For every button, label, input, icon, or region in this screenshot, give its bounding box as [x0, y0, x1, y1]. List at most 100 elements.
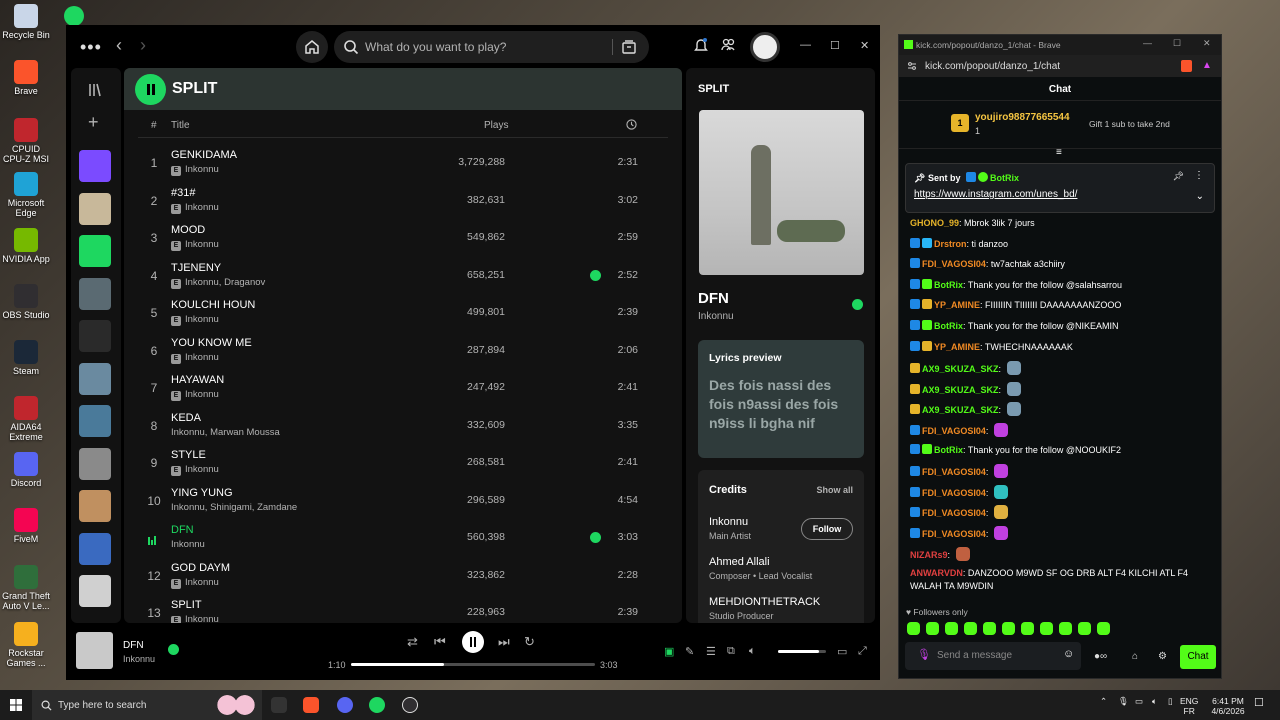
tray-volume-icon[interactable]: 🔈︎ — [1152, 696, 1157, 706]
track-artist[interactable]: Inkonnu, Marwan Moussa — [171, 427, 280, 438]
search-input[interactable]: What do you want to play? — [334, 31, 649, 63]
desktop-icon[interactable]: Brave — [0, 60, 52, 96]
track-row[interactable]: 5 KOULCHI HOUN E Inkonnu 499,801 2:39 — [124, 296, 682, 333]
chat-username[interactable]: AX9_SKUZA_SKZ — [922, 405, 999, 415]
saved-check-icon[interactable] — [590, 269, 601, 281]
quick-emote-icon[interactable] — [945, 622, 958, 635]
browse-icon[interactable] — [621, 39, 637, 55]
follow-artist-button[interactable]: Follow — [801, 518, 853, 540]
track-artist[interactable]: E Inkonnu — [171, 314, 219, 326]
chat-message-input[interactable]: 🎙︎ Send a message ☺ — [905, 642, 1081, 670]
track-row[interactable]: 7 HAYAWAN E Inkonnu 247,492 2:41 — [124, 371, 682, 408]
show-all-credits-link[interactable]: Show all — [816, 485, 853, 495]
chat-username[interactable]: FDI_VAGOSI04 — [922, 259, 986, 269]
desktop-icon[interactable]: NVIDIA App — [0, 228, 52, 264]
column-plays[interactable]: Plays — [484, 120, 508, 131]
pin-menu-icon[interactable]: ⋮ — [1194, 170, 1204, 181]
track-artist[interactable]: E Inkonnu — [171, 352, 219, 364]
track-artist[interactable]: Inkonnu — [171, 539, 205, 550]
collapse-leaderboard-icon[interactable]: ≡ — [1056, 147, 1062, 158]
now-playing-saved-icon[interactable] — [168, 644, 179, 655]
desktop-icon[interactable]: Recycle Bin — [0, 4, 52, 40]
chat-username[interactable]: BotRix — [934, 321, 963, 331]
notification-center-icon[interactable]: ☐ — [1254, 698, 1264, 709]
track-row[interactable]: 3 MOOD E Inkonnu 549,862 2:59 — [124, 221, 682, 258]
volume-icon[interactable]: 🔈︎ — [749, 645, 756, 658]
chat-username[interactable]: FDI_VAGOSI04 — [922, 529, 986, 539]
lyrics-icon[interactable]: ✎ — [685, 645, 694, 658]
tray-network-icon[interactable]: ▭ — [1135, 696, 1143, 706]
library-icon[interactable] — [87, 82, 103, 98]
user-avatar[interactable] — [750, 32, 780, 62]
chat-username[interactable]: YP_AMINE — [934, 300, 980, 310]
previous-track-icon[interactable]: ⏮ — [434, 634, 446, 650]
library-playlist-thumb[interactable] — [79, 277, 111, 310]
saved-check-icon[interactable] — [590, 532, 601, 543]
track-row[interactable]: 12 GOD DAYM E Inkonnu 323,862 2:28 — [124, 559, 682, 596]
brave-shields-icon[interactable] — [1181, 60, 1192, 72]
spotify-desktop-icon[interactable] — [64, 6, 84, 26]
chat-username[interactable]: YP_AMINE — [934, 342, 980, 352]
credit-entry[interactable]: Ahmed Allali Composer • Lead Vocalist — [709, 556, 812, 581]
now-playing-title[interactable]: DFN — [123, 640, 144, 651]
panel-song-artist[interactable]: Inkonnu — [698, 311, 734, 322]
chat-username[interactable]: ANWARVDN — [910, 568, 963, 578]
chat-username[interactable]: Drstron — [934, 239, 967, 249]
library-playlist-thumb[interactable] — [79, 235, 111, 267]
pause-button[interactable] — [462, 631, 484, 653]
chat-username[interactable]: AX9_SKUZA_SKZ — [922, 385, 999, 395]
track-row[interactable]: 1 GENKIDAMA E Inkonnu 3,729,288 2:31 — [124, 146, 682, 183]
chat-username[interactable]: NIZARs9 — [910, 550, 948, 560]
saved-check-icon[interactable] — [852, 299, 863, 310]
taskbar-brave-icon[interactable] — [303, 697, 319, 713]
desktop-icon[interactable]: Rockstar Games ... — [0, 622, 52, 668]
track-artist[interactable]: E Inkonnu — [171, 202, 219, 214]
track-title[interactable]: YOU KNOW ME — [171, 337, 252, 349]
desktop-icon[interactable]: AIDA64 Extreme — [0, 396, 52, 442]
desktop-icon[interactable]: FiveM — [0, 508, 52, 544]
notifications-bell-icon[interactable] — [694, 37, 708, 53]
taskbar-obs-icon[interactable] — [402, 697, 418, 713]
library-playlist-thumb[interactable] — [79, 405, 111, 437]
unpin-icon[interactable]: 📌︎ — [1173, 171, 1184, 182]
maximize-button[interactable]: ☐ — [830, 39, 840, 52]
track-artist[interactable]: E Inkonnu — [171, 239, 219, 251]
expand-pin-icon[interactable]: ⌄ — [1196, 191, 1204, 202]
desktop-icon[interactable]: Microsoft Edge — [0, 172, 52, 218]
next-track-icon[interactable]: ⏭ — [498, 634, 510, 650]
taskbar-spotify-icon[interactable] — [369, 697, 385, 713]
library-playlist-thumb[interactable] — [79, 192, 111, 225]
gift-top-user[interactable]: youjiro98877665544 — [975, 112, 1070, 123]
connect-device-icon[interactable]: ⧉ — [727, 645, 735, 658]
pinned-link[interactable]: https://www.instagram.com/unes_bd/ — [914, 189, 1077, 200]
miniplayer-icon[interactable]: ▭ — [837, 645, 847, 658]
library-playlist-thumb[interactable] — [79, 490, 111, 522]
gift-sub-button[interactable]: Gift 1 sub to take 2nd — [1089, 119, 1170, 129]
site-settings-icon[interactable] — [907, 61, 917, 71]
track-row[interactable]: 8 KEDA Inkonnu, Marwan Moussa 332,609 3:35 — [124, 409, 682, 446]
track-row[interactable]: 2 #31# E Inkonnu 382,631 3:02 — [124, 184, 682, 221]
volume-slider[interactable] — [778, 650, 826, 653]
chat-settings-gear-icon[interactable]: ⚙ — [1158, 651, 1167, 662]
column-title[interactable]: Title — [171, 120, 190, 131]
library-playlist-thumb[interactable] — [79, 150, 111, 182]
close-button[interactable]: ✕ — [860, 39, 869, 52]
chat-username[interactable]: AX9_SKUZA_SKZ — [922, 364, 999, 374]
track-artist[interactable]: E Inkonnu — [171, 577, 219, 589]
library-playlist-thumb[interactable] — [79, 447, 111, 480]
minimize-button[interactable]: — — [800, 39, 811, 51]
track-title[interactable]: DFN — [171, 524, 194, 536]
input-language[interactable]: ENG FR — [1180, 696, 1198, 716]
kick-minimize-button[interactable]: — — [1143, 38, 1152, 48]
chat-username[interactable]: BotRix — [934, 280, 963, 290]
track-title[interactable]: SPLIT — [171, 599, 202, 611]
pause-playlist-button[interactable] — [135, 74, 166, 105]
track-artist[interactable]: E Inkonnu, Draganov — [171, 277, 265, 289]
create-playlist-icon[interactable]: + — [88, 112, 99, 133]
taskbar-search-box[interactable]: Type here to search — [32, 690, 262, 720]
now-playing-view-icon[interactable]: ▣ — [664, 645, 674, 658]
kick-points-icon[interactable]: ●∞ — [1094, 651, 1107, 662]
library-playlist-thumb[interactable] — [79, 575, 111, 607]
track-row[interactable]: DFN Inkonnu 560,398 3:03 — [124, 521, 682, 558]
library-playlist-thumb[interactable] — [79, 362, 111, 395]
